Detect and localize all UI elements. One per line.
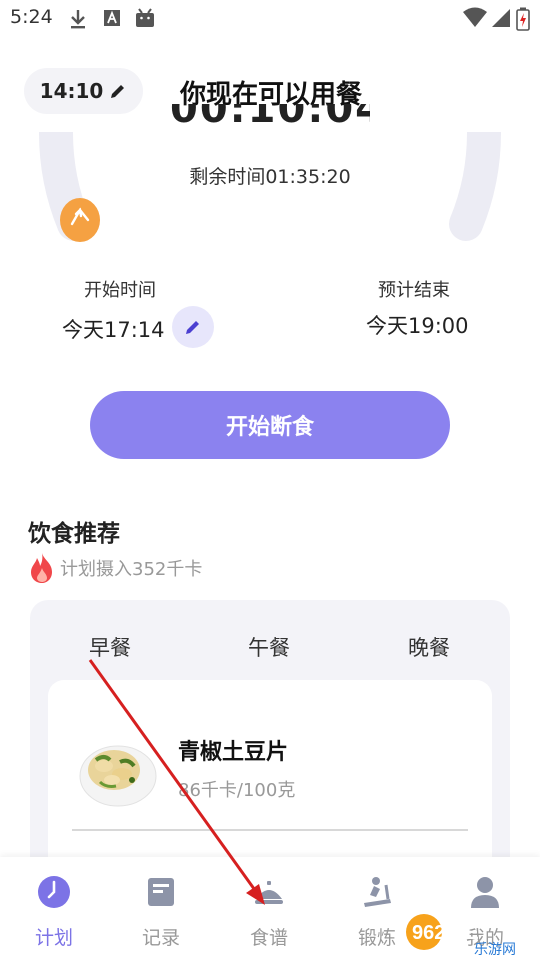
status-time: 5:24 — [10, 6, 53, 28]
notebook-icon — [148, 878, 174, 906]
calorie-plan: 计划摄入352千卡 — [28, 552, 202, 584]
remaining-time: 剩余时间01:35:20 — [189, 166, 351, 188]
start-time-value: 今天17:14 — [62, 318, 165, 342]
pencil-icon — [111, 85, 125, 98]
treadmill-icon — [364, 877, 391, 907]
edit-start-time-button[interactable] — [172, 306, 214, 348]
nav-records-label: 记录 — [141, 927, 180, 949]
android-icon — [136, 8, 154, 27]
countdown-value: 00:10:04 — [170, 104, 370, 132]
nav-plan[interactable]: 计划 — [4, 875, 104, 950]
watermark-logo: 962.NET 乐游网 — [404, 906, 538, 958]
start-fasting-button[interactable]: 开始断食 — [90, 391, 450, 459]
nav-records[interactable]: 记录 — [111, 875, 211, 950]
tab-lunch[interactable]: 午餐 — [248, 632, 290, 662]
countdown-display: 00:10:04 — [170, 104, 370, 132]
recipe-icon — [255, 881, 283, 904]
person-icon — [471, 877, 499, 908]
meal-time-value: 14:10 — [39, 79, 104, 103]
diet-section-title: 饮食推荐 — [28, 521, 120, 547]
food-image — [79, 745, 157, 807]
fasting-progress-ring — [38, 132, 502, 241]
nav-recipes[interactable]: 食谱 — [219, 875, 319, 950]
nav-recipes-label: 食谱 — [249, 927, 288, 949]
pencil-icon — [186, 321, 199, 334]
tab-dinner[interactable]: 晚餐 — [408, 632, 450, 662]
status-bar: 5:24 — [0, 0, 540, 38]
battery-icon — [516, 7, 530, 31]
start-time-label: 开始时间 — [84, 280, 156, 301]
end-time-value: 今天19:00 — [366, 314, 469, 338]
food-divider — [72, 829, 468, 831]
food-calories: 86千卡/100克 — [178, 780, 296, 801]
wifi-icon — [463, 7, 487, 27]
watermark-subtext: 乐游网 — [474, 942, 516, 958]
download-icon — [71, 10, 85, 29]
nav-plan-label: 计划 — [34, 927, 73, 949]
calorie-plan-text: 计划摄入352千卡 — [60, 559, 203, 580]
clock-icon — [38, 876, 70, 908]
meal-time-edit-chip[interactable]: 14:10 — [24, 68, 143, 114]
food-name: 青椒土豆片 — [178, 740, 289, 765]
tab-breakfast[interactable]: 早餐 — [89, 632, 131, 662]
app-a-icon — [104, 10, 120, 26]
watermark-text: 962.NET — [412, 922, 491, 944]
flame-icon — [31, 553, 52, 583]
progress-knob-icon — [60, 198, 100, 242]
signal-icon — [492, 9, 510, 27]
end-time-label: 预计结束 — [378, 280, 450, 301]
